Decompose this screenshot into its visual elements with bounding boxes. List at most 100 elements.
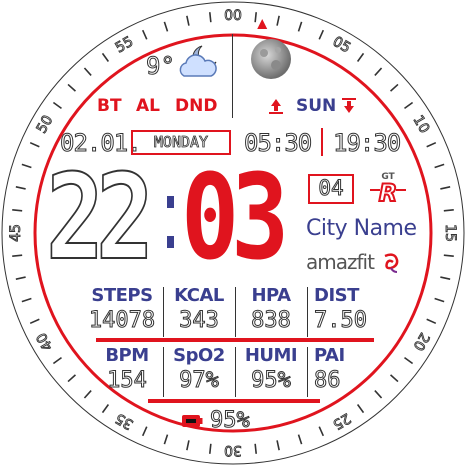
stat-bpm-label: BPM [105, 345, 149, 366]
stat-kcal-label: KCAL [174, 285, 224, 306]
battery-value: 95% [210, 408, 251, 434]
time-minutes: 03 [181, 148, 289, 286]
sun-label: SUN [296, 96, 337, 116]
stat-divider [163, 347, 164, 397]
minute-tick [297, 21, 303, 32]
minute-tick [390, 374, 399, 383]
minute-tick [297, 434, 303, 445]
bezel-number: 15 [442, 224, 458, 242]
bezel-number: 35 [113, 410, 136, 433]
minute-tick [163, 434, 169, 445]
minute-tick [404, 356, 414, 365]
minute-tick [52, 101, 62, 110]
time-hours: 22 [45, 148, 155, 286]
bezel-number: 00 [224, 8, 242, 24]
minute-tick [426, 141, 437, 148]
stat-humi: HUMI 95% [238, 345, 304, 394]
minute-tick [12, 254, 23, 258]
minute-tick [443, 254, 454, 258]
stat-steps: STEPS 14078 [84, 285, 160, 334]
minute-tick [21, 163, 32, 169]
time-colon-top [167, 196, 174, 208]
minute-tick [374, 390, 383, 399]
stat-pai-value: 86 [314, 368, 342, 394]
minute-tick [404, 101, 414, 110]
bezel-number: 25 [330, 410, 353, 433]
minute-tick [83, 390, 92, 399]
stat-divider [235, 287, 236, 337]
bezel-number: 30 [224, 442, 242, 458]
bezel-number: 50 [34, 113, 57, 136]
minute-tick [83, 67, 92, 76]
battery-icon [181, 413, 203, 429]
minute-tick [426, 318, 437, 325]
minute-tick [440, 186, 451, 190]
stats-row-2: BPM 154 SpO2 97% HUMI 95% PAI 86 [96, 345, 366, 401]
minute-tick [163, 21, 169, 32]
svg-text:R: R [379, 179, 397, 204]
brand-logo-text: amazfit [306, 250, 375, 274]
dnd-status: DND [175, 96, 218, 116]
stat-bpm: BPM 154 [96, 345, 158, 394]
minute-tick [186, 15, 190, 26]
bezel-marker [257, 19, 268, 30]
minute-tick [52, 356, 62, 365]
gtr-logo-icon: GT R [368, 170, 408, 208]
bluetooth-status: BT [97, 96, 122, 116]
stat-divider [307, 287, 308, 337]
bezel-number: 05 [330, 34, 353, 57]
stat-pai: PAI 86 [310, 345, 360, 394]
bezel-number: 10 [410, 113, 433, 136]
minute-tick [276, 15, 280, 26]
stat-humi-value: 95% [251, 368, 292, 394]
stat-dist: DIST 7.50 [310, 285, 370, 334]
sunrise-icon [269, 97, 283, 115]
minute-tick [443, 208, 454, 212]
sunset-time: 19:30 [332, 129, 401, 158]
moon-phase-icon [250, 38, 292, 80]
stats-row-1: STEPS 14078 KCAL 343 HPA 838 DIST 7.50 [84, 285, 374, 341]
minute-tick [440, 276, 451, 280]
minute-tick [29, 141, 40, 148]
watch-face: 00 05 10 15 20 25 30 35 40 45 50 55 9° BT AL DND [0, 0, 466, 466]
stat-hpa-label: HPA [251, 285, 291, 306]
time-seconds: 04 [318, 176, 344, 201]
stat-hpa-value: 838 [251, 308, 292, 334]
stat-bpm-value: 154 [107, 368, 148, 394]
minute-tick [101, 52, 110, 62]
stat-steps-label: STEPS [91, 285, 153, 306]
cloud-night-icon [176, 42, 220, 82]
sun-times-divider [321, 128, 323, 156]
minute-tick [208, 12, 212, 23]
stat-dist-value: 7.50 [314, 308, 368, 334]
minute-tick [254, 12, 258, 23]
minute-tick [67, 83, 76, 92]
top-divider [232, 34, 233, 118]
city-name: City Name [306, 216, 417, 241]
bezel-number: 45 [8, 224, 24, 242]
minute-tick [356, 52, 365, 62]
stat-divider [235, 347, 236, 397]
weather-temperature: 9° [146, 52, 176, 81]
minute-tick [141, 426, 148, 437]
stat-steps-value: 14078 [88, 308, 156, 334]
stat-kcal-value: 343 [179, 308, 220, 334]
minute-tick [318, 29, 325, 40]
stats-row-2-underline [148, 399, 320, 403]
minute-tick [390, 83, 399, 92]
alarm-status: AL [136, 96, 160, 116]
minute-tick [356, 404, 365, 414]
sunset-icon [342, 97, 356, 115]
minute-tick [101, 404, 110, 414]
minute-tick [434, 163, 445, 169]
minute-tick [21, 297, 32, 303]
stat-hpa: HPA 838 [238, 285, 304, 334]
minute-tick [276, 440, 280, 451]
bezel-number: 40 [34, 330, 57, 353]
stat-kcal: KCAL 343 [166, 285, 232, 334]
stats-row-1-underline [96, 338, 374, 342]
minute-tick [254, 443, 258, 454]
stat-pai-label: PAI [314, 345, 345, 366]
minute-tick [434, 297, 445, 303]
minute-tick [141, 29, 148, 40]
